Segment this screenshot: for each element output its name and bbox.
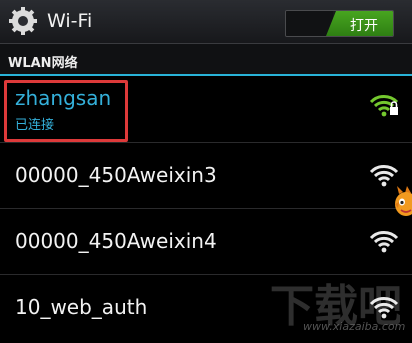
network-row-weixin3[interactable]: 00000_450Aweixin3 — [0, 143, 412, 209]
toggle-off-area — [286, 11, 333, 36]
mascot-icon — [395, 186, 412, 216]
toggle-label: 打开 — [350, 18, 378, 34]
wifi-icon — [369, 231, 399, 253]
network-name: 10_web_auth — [15, 295, 148, 319]
network-row-weixin4[interactable]: 00000_450Aweixin4 — [0, 209, 412, 275]
watermark-url: www.xiazaiba.com — [303, 320, 406, 333]
network-name: 00000_450Aweixin3 — [15, 163, 217, 187]
wifi-locked-icon — [369, 95, 399, 117]
highlight-box — [4, 80, 128, 142]
section-header: WLAN网络 — [0, 44, 412, 74]
wifi-toggle[interactable]: 打开 — [285, 10, 394, 37]
header-bar: Wi-Fi 打开 — [0, 0, 412, 44]
section-label: WLAN网络 — [8, 56, 78, 71]
network-name: 00000_450Aweixin4 — [15, 229, 217, 253]
page-title: Wi-Fi — [47, 10, 93, 32]
settings-gear-icon[interactable] — [8, 6, 38, 36]
